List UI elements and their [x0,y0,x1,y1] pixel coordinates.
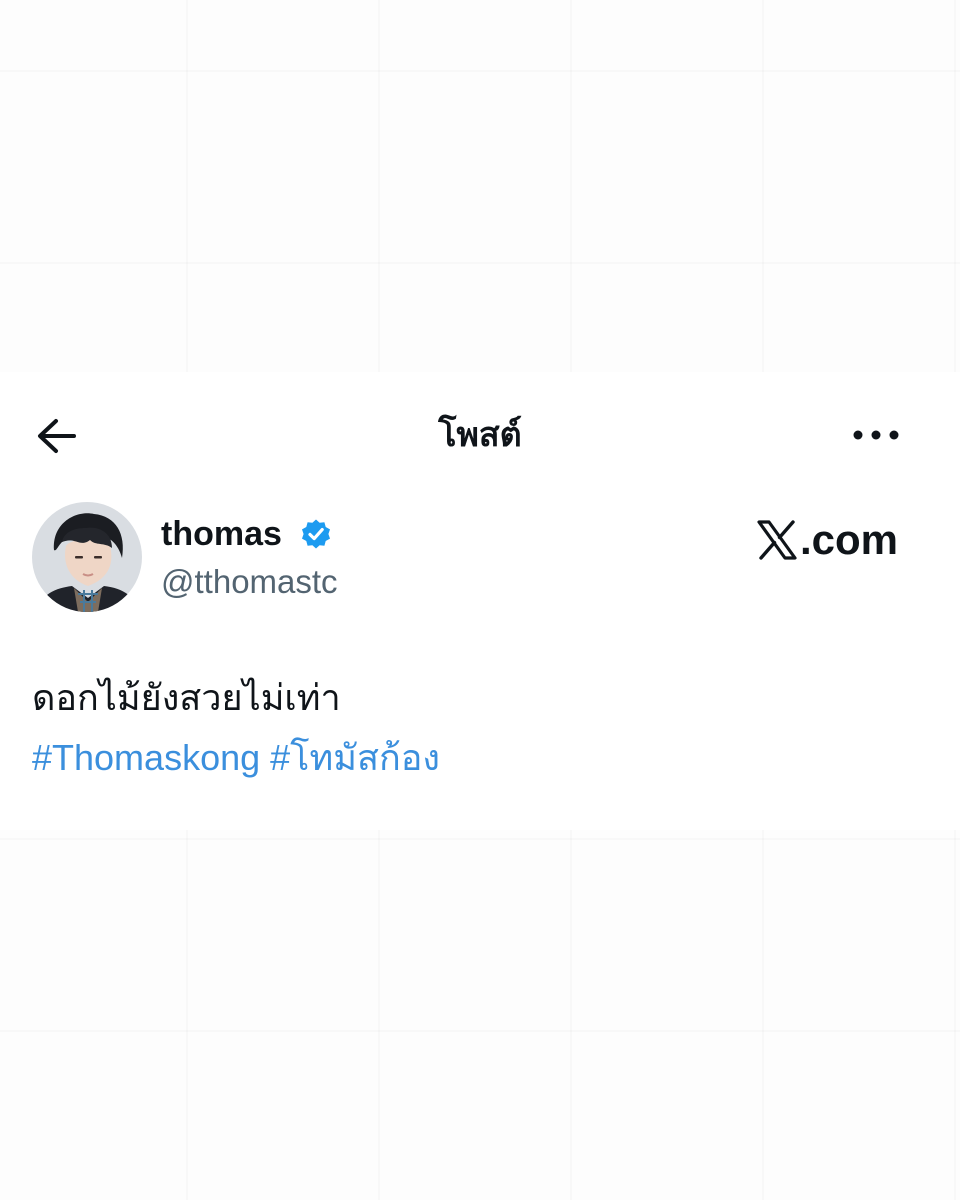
brand-watermark: .com [756,518,898,562]
x-logo-icon [757,520,797,560]
post-text: ดอกไม้ยังสวยไม่เท่า [32,677,341,718]
username-handle[interactable]: @tthomastc [161,562,338,602]
brand-text: .com [800,516,899,563]
avatar[interactable] [32,502,142,612]
top-bar: โพสต์ [0,412,960,458]
hashtag-link[interactable]: #Thomaskong [32,737,260,778]
more-options-button[interactable] [848,420,904,450]
hashtag-link[interactable]: #โทมัสก้อง [270,737,440,778]
verified-badge-icon [300,518,332,550]
hashtag-line: #Thomaskong #โทมัสก้อง [32,734,912,782]
display-name[interactable]: thomas [161,514,282,554]
post-card: โพสต์ thomas @tthomastc .com ดอกไม้ยังสว… [0,372,960,830]
more-horizontal-icon [853,430,899,440]
avatar-photo [32,502,142,612]
page-title: โพสต์ [438,416,522,454]
